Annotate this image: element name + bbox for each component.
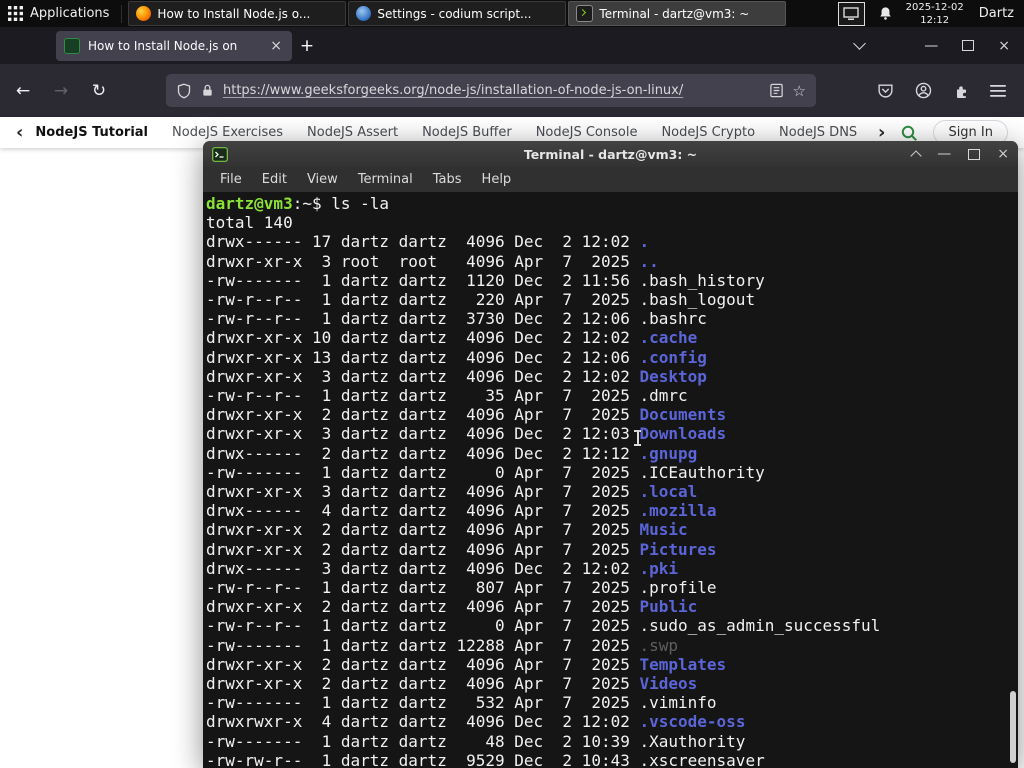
vm-display-tray-icon[interactable]: [837, 1, 865, 26]
nav-item-buffer[interactable]: NodeJS Buffer: [422, 125, 512, 140]
tab-title: How to Install Node.js on: [88, 39, 238, 53]
window-close-button[interactable]: ×: [998, 39, 1010, 53]
menu-file[interactable]: File: [210, 172, 252, 187]
terminal-body[interactable]: dartz@vm3:~$ ls -la total 140 drwx------…: [203, 192, 1018, 768]
shade-window-icon[interactable]: [910, 150, 922, 162]
settings-icon: [356, 6, 372, 21]
terminal-app-icon: [212, 146, 228, 162]
gfg-nav-items: NodeJS Tutorial NodeJS Exercises NodeJS …: [35, 125, 866, 140]
applications-label: Applications: [30, 6, 110, 21]
applications-menu-button[interactable]: Applications: [0, 0, 121, 27]
browser-tab-bar: How to Install Node.js on × + — ×: [0, 27, 1024, 64]
clock-time: 12:12: [920, 14, 950, 26]
list-all-tabs-icon[interactable]: [853, 37, 867, 50]
nav-scroll-right-icon[interactable]: ›: [878, 123, 885, 142]
menu-terminal[interactable]: Terminal: [348, 172, 423, 187]
menu-hamburger-icon[interactable]: [990, 84, 1006, 98]
lock-icon[interactable]: [201, 83, 214, 98]
browser-tab[interactable]: How to Install Node.js on ×: [56, 31, 292, 61]
menu-edit[interactable]: Edit: [252, 172, 297, 187]
nav-scroll-left-icon[interactable]: ‹: [16, 123, 23, 142]
reader-view-icon[interactable]: [769, 83, 784, 98]
menu-tabs[interactable]: Tabs: [423, 172, 472, 187]
pocket-icon[interactable]: [877, 82, 894, 99]
account-icon[interactable]: [915, 82, 932, 99]
nav-item-exercises[interactable]: NodeJS Exercises: [172, 125, 283, 140]
search-icon[interactable]: [900, 124, 918, 142]
terminal-window-controls: — ×: [910, 147, 1009, 162]
tab-close-button[interactable]: ×: [268, 38, 284, 54]
task-title: Settings - codium script...: [377, 6, 532, 21]
panel-separator: [121, 4, 123, 23]
site-favicon-icon: [64, 38, 80, 54]
url-text[interactable]: https://www.geeksforgeeks.org/node-js/in…: [223, 83, 760, 98]
taskbar-item-terminal[interactable]: Terminal - dartz@vm3: ~: [568, 1, 787, 26]
applications-grid-icon: [8, 6, 23, 21]
taskbar-item-browser[interactable]: How to Install Node.js o...: [128, 1, 347, 26]
menu-help[interactable]: Help: [472, 172, 522, 187]
nav-item-console[interactable]: NodeJS Console: [536, 125, 638, 140]
url-bar[interactable]: https://www.geeksforgeeks.org/node-js/in…: [166, 74, 816, 107]
terminal-scrollbar[interactable]: [1010, 691, 1016, 763]
browser-toolbar: ← → ↻ https://www.geeksforgeeks.org/node…: [0, 64, 1024, 118]
terminal-window: Terminal - dartz@vm3: ~ — × File Edit Vi…: [203, 141, 1018, 768]
notifications-bell-icon[interactable]: [878, 6, 893, 21]
taskbar-item-settings[interactable]: Settings - codium script...: [348, 1, 567, 26]
tracking-shield-icon[interactable]: [176, 83, 192, 99]
window-maximize-button[interactable]: [962, 40, 975, 51]
clock-date: 2025-12-02: [905, 1, 964, 13]
terminal-minimize-button[interactable]: —: [937, 147, 951, 161]
desktop: Applications How to Install Node.js o...…: [0, 0, 1024, 768]
monitor-icon: [843, 6, 859, 20]
system-tray: 2025-12-02 12:12 Dartz: [837, 0, 1024, 27]
task-title: How to Install Node.js o...: [157, 6, 311, 21]
nav-item-assert[interactable]: NodeJS Assert: [307, 125, 398, 140]
nav-item-crypto[interactable]: NodeJS Crypto: [661, 125, 755, 140]
back-button[interactable]: ←: [12, 81, 34, 101]
terminal-maximize-button[interactable]: [968, 148, 981, 160]
browser-window-controls: — ×: [853, 27, 1024, 64]
firefox-icon: [136, 6, 152, 21]
reload-button[interactable]: ↻: [88, 81, 110, 101]
terminal-menubar: File Edit View Terminal Tabs Help: [203, 167, 1018, 192]
nav-item-dns[interactable]: NodeJS DNS: [779, 125, 857, 140]
new-tab-button[interactable]: +: [292, 31, 322, 61]
menu-view[interactable]: View: [297, 172, 348, 187]
top-panel: Applications How to Install Node.js o...…: [0, 0, 1024, 27]
terminal-icon: [576, 5, 594, 22]
terminal-close-button[interactable]: ×: [997, 147, 1009, 161]
terminal-output[interactable]: dartz@vm3:~$ ls -la total 140 drwx------…: [203, 192, 1018, 768]
window-minimize-button[interactable]: —: [924, 39, 938, 53]
toolbar-icons: [877, 82, 1012, 99]
extensions-puzzle-icon[interactable]: [953, 83, 969, 99]
terminal-title: Terminal - dartz@vm3: ~: [523, 146, 698, 162]
forward-button[interactable]: →: [50, 81, 72, 101]
task-title: Terminal - dartz@vm3: ~: [599, 6, 750, 21]
nav-item-tutorial[interactable]: NodeJS Tutorial: [35, 125, 148, 140]
user-label: Dartz: [978, 6, 1014, 21]
terminal-titlebar[interactable]: Terminal - dartz@vm3: ~ — ×: [203, 141, 1018, 167]
bookmark-star-icon[interactable]: ☆: [793, 82, 806, 100]
clock[interactable]: 2025-12-02 12:12: [906, 1, 964, 27]
